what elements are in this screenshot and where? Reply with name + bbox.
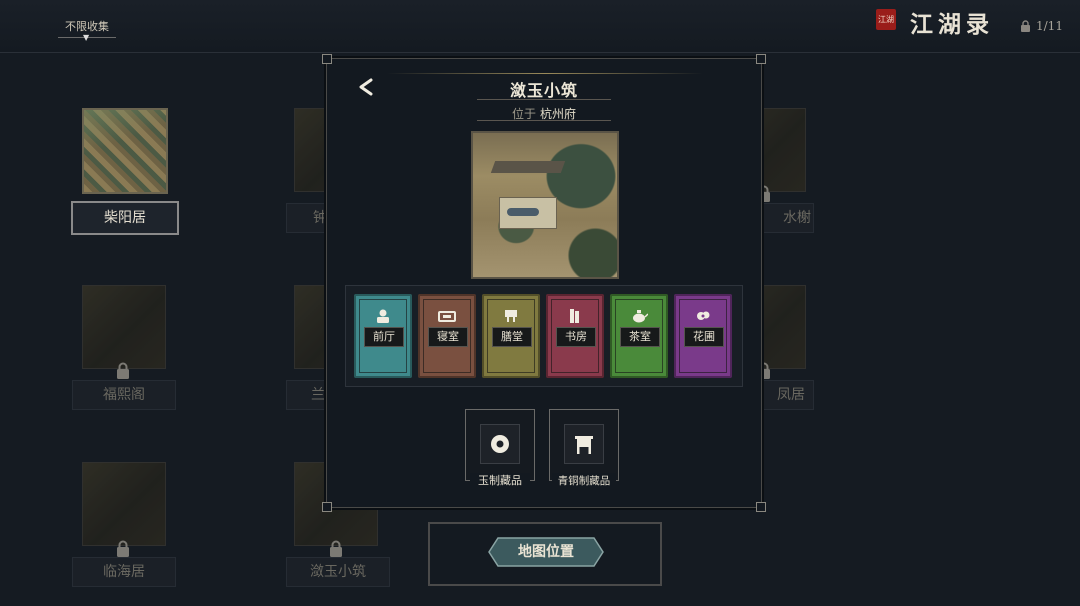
room-list: 前厅 寝室 膳堂 书房 茶室 花圃 [345,285,743,387]
collection-label: 玉制藏品 [470,473,530,489]
residence-painting [471,131,619,279]
collection-jade-button[interactable]: 玉制藏品 [465,409,535,489]
collection-label: 青铜制藏品 [552,473,616,489]
location-underline [477,120,611,121]
title-underline [477,99,611,100]
bed-icon [438,311,456,322]
room-card-study[interactable]: 书房 [546,294,604,378]
chevron-down-icon[interactable]: ▼ [83,33,89,42]
room-label: 书房 [556,327,596,347]
frame-corner [322,502,332,512]
bronze-ding-icon [575,436,593,454]
book-icon [570,309,579,323]
room-label: 花圃 [684,327,724,347]
collection-bronze-button[interactable]: 青铜制藏品 [549,409,619,489]
residence-label[interactable]: 潋玉小筑 [286,557,390,587]
lock-icon [117,540,129,557]
lock-icon [1021,20,1030,32]
room-label: 寝室 [428,327,468,347]
residence-title: 潋玉小筑 [509,81,578,100]
residence-label[interactable]: 临海居 [72,557,176,587]
frame-corner [756,54,766,64]
unlock-progress-count: 1/11 [1036,19,1063,33]
lock-icon [330,540,342,557]
title-divider [387,73,703,74]
frame-corner [756,502,766,512]
frame-corner [322,54,332,64]
room-label: 茶室 [620,327,660,347]
map-location-button[interactable]: 地图位置 [488,537,604,567]
room-card-dining-hall[interactable]: 膳堂 [482,294,540,378]
page-title: 江湖录 [910,11,994,38]
location-city: 杭州府 [540,107,577,121]
lock-icon [117,362,129,379]
room-card-tea-room[interactable]: 茶室 [610,294,668,378]
flower-icon [697,311,710,320]
residence-label[interactable]: 柴阳居 [71,201,179,235]
collection-filter-dropdown[interactable]: 不限收集 [58,18,116,34]
location-prefix: 位于 [511,107,536,121]
residence-thumb[interactable] [82,462,166,546]
room-card-front-hall[interactable]: 前厅 [354,294,412,378]
room-label: 膳堂 [492,327,532,347]
room-label: 前厅 [364,327,404,347]
residence-detail-modal: 潋玉小筑 位于 杭州府 前厅 寝室 膳堂 书房 茶室 花圃 玉制藏品 青铜制藏品 [322,54,766,512]
residence-thumb[interactable] [82,285,166,369]
residence-thumb[interactable] [82,108,168,194]
table-icon [505,310,517,322]
room-card-garden[interactable]: 花圃 [674,294,732,378]
room-card-bedroom[interactable]: 寝室 [418,294,476,378]
jade-disc-icon [491,435,509,453]
top-bar: 不限收集 ▼ 江湖 江湖录 1/11 [0,0,1080,53]
seal-icon: 江湖 [876,9,896,30]
teapot-icon [633,310,648,323]
residence-label[interactable]: 福熙阁 [72,380,176,410]
person-icon [377,309,389,323]
